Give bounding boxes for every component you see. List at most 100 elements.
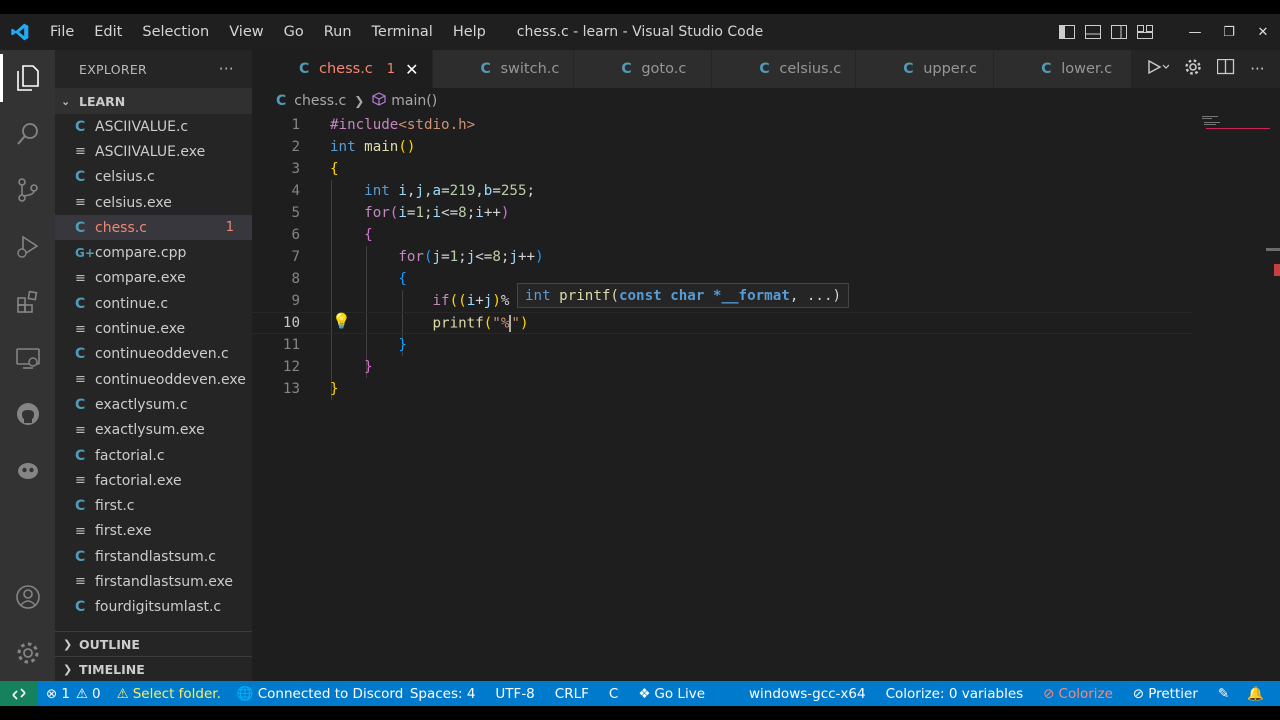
- problems-indicator[interactable]: ⊗ 1 ⚠ 0: [38, 686, 109, 702]
- file-name: factorial.c: [95, 447, 165, 464]
- file-item[interactable]: Cfourdigitsumlast.c: [55, 595, 252, 620]
- discord-status-item[interactable]: 🌐 Connected to Discord: [229, 686, 411, 702]
- settings-icon[interactable]: [1184, 58, 1202, 80]
- file-item[interactable]: Cfirstandlastsum.c: [55, 544, 252, 569]
- file-item[interactable]: ≡ compare.exe: [55, 266, 252, 291]
- file-item[interactable]: Ccontinue.c: [55, 291, 252, 316]
- toggle-sidebar-icon[interactable]: [1054, 14, 1080, 50]
- menu-selection[interactable]: Selection: [132, 24, 219, 40]
- github-icon[interactable]: [0, 386, 55, 442]
- file-item[interactable]: ≡ celsius.exe: [55, 190, 252, 215]
- scrollbar-indicator[interactable]: [1266, 248, 1280, 251]
- menu-terminal[interactable]: Terminal: [362, 24, 443, 40]
- tab-upper-c[interactable]: Cupper.c: [856, 50, 995, 88]
- file-name: fourdigitsumlast.c: [95, 599, 222, 616]
- go-live-item[interactable]: ❖ Go Live: [630, 686, 713, 702]
- file-item[interactable]: Cfirst.c: [55, 493, 252, 518]
- c-file-icon: C: [621, 61, 632, 77]
- outline-label: OUTLINE: [79, 636, 140, 652]
- menu-go[interactable]: Go: [274, 24, 314, 40]
- disabled-icon: ⊘: [1132, 685, 1145, 702]
- run-debug-icon[interactable]: [0, 218, 55, 274]
- file-item[interactable]: ≡ first.exe: [55, 519, 252, 544]
- code-editor[interactable]: 1 #include<stdio.h> 2 int main() 3 { 4 i…: [252, 114, 1280, 681]
- file-name: continue.c: [95, 295, 169, 312]
- file-item[interactable]: ≡ ASCIIVALUE.exe: [55, 139, 252, 164]
- menu-help[interactable]: Help: [443, 24, 496, 40]
- toggle-panel-icon[interactable]: [1080, 14, 1106, 50]
- code-line-current: 10 printf("% "): [252, 312, 1192, 334]
- folder-learn[interactable]: ⌄ LEARN: [55, 88, 252, 114]
- search-icon[interactable]: [0, 106, 55, 162]
- run-code-icon[interactable]: [1147, 59, 1170, 79]
- file-item[interactable]: ≡ continue.exe: [55, 316, 252, 341]
- remote-explorer-icon[interactable]: [0, 330, 55, 386]
- breadcrumb-symbol[interactable]: main(): [391, 93, 437, 109]
- select-folder-item[interactable]: ⚠ Select folder.: [109, 686, 229, 702]
- tab-label: switch.c: [500, 61, 560, 77]
- restore-icon[interactable]: ❐: [1212, 14, 1246, 50]
- problem-count-badge: 1: [225, 220, 234, 236]
- file-item[interactable]: ≡ continueoddeven.exe: [55, 367, 252, 392]
- extensions-icon[interactable]: [0, 274, 55, 330]
- prettier-item[interactable]: ⊘ Prettier: [1125, 686, 1206, 702]
- activity-bar: [0, 50, 55, 681]
- chevron-right-icon: ❯: [63, 637, 73, 651]
- file-name: celsius.c: [95, 169, 155, 186]
- file-name: exactlysum.exe: [95, 422, 205, 439]
- notifications-bell-icon[interactable]: 🔔: [1239, 686, 1272, 702]
- compiler-config-item[interactable]: windows-gcc-x64: [741, 686, 874, 702]
- file-item[interactable]: Cexactlysum.c: [55, 392, 252, 417]
- minimap[interactable]: [1194, 114, 1280, 681]
- discord-label: Connected to Discord: [257, 685, 404, 702]
- outline-section[interactable]: ❯ OUTLINE: [55, 631, 252, 656]
- colorize-item[interactable]: ⊘ Colorize: [1035, 686, 1121, 702]
- breadcrumb-file[interactable]: chess.c: [294, 93, 346, 109]
- indentation-item[interactable]: Spaces: 4: [402, 686, 484, 702]
- file-item[interactable]: G+ compare.cpp: [55, 240, 252, 265]
- more-actions-icon[interactable]: ···: [219, 60, 234, 78]
- feedback-icon[interactable]: ✎: [1210, 686, 1237, 702]
- binary-file-icon: ≡: [75, 422, 86, 438]
- menu-edit[interactable]: Edit: [84, 24, 132, 40]
- language-mode-item[interactable]: C: [601, 686, 626, 702]
- source-control-icon[interactable]: [0, 162, 55, 218]
- binary-file-icon: ≡: [75, 372, 86, 388]
- explorer-icon[interactable]: [0, 50, 55, 106]
- menu-view[interactable]: View: [219, 24, 273, 40]
- file-item[interactable]: Cchess.c 1: [55, 215, 252, 241]
- tab-lower-c[interactable]: Clower.c: [994, 50, 1133, 88]
- remote-indicator-icon[interactable]: [0, 681, 38, 706]
- minimize-icon[interactable]: —: [1178, 14, 1212, 50]
- copilot-icon[interactable]: [0, 442, 55, 498]
- close-tab-icon[interactable]: ✕: [405, 60, 418, 79]
- file-item[interactable]: ≡ exactlysum.exe: [55, 418, 252, 443]
- colorize-vars-item[interactable]: Colorize: 0 variables: [878, 686, 1032, 702]
- tab-celsius-c[interactable]: Ccelsius.c: [712, 50, 857, 88]
- binary-file-icon: ≡: [75, 523, 86, 539]
- file-item[interactable]: C ASCIIVALUE.c: [55, 114, 252, 139]
- tab-chess-c[interactable]: Cchess.c 1 ✕: [252, 50, 434, 88]
- toggle-secondary-sidebar-icon[interactable]: [1106, 14, 1132, 50]
- line-number: 6: [291, 227, 300, 243]
- menu-file[interactable]: File: [40, 24, 84, 40]
- customize-layout-icon[interactable]: [1132, 14, 1158, 50]
- timeline-section[interactable]: ❯ TIMELINE: [55, 656, 252, 681]
- file-item[interactable]: ≡ firstandlastsum.exe: [55, 569, 252, 594]
- tab-switch-c[interactable]: Cswitch.c: [433, 50, 575, 88]
- split-editor-icon[interactable]: [1217, 58, 1235, 79]
- file-item[interactable]: Cfactorial.c: [55, 443, 252, 468]
- settings-gear-icon[interactable]: [0, 625, 55, 681]
- file-item[interactable]: Ccelsius.c: [55, 165, 252, 190]
- encoding-item[interactable]: UTF-8: [487, 686, 542, 702]
- lightbulb-icon[interactable]: 💡: [332, 312, 351, 330]
- accounts-icon[interactable]: [0, 569, 55, 625]
- close-window-icon[interactable]: ✕: [1246, 14, 1280, 50]
- eol-item[interactable]: CRLF: [547, 686, 597, 702]
- file-item[interactable]: Ccontinueoddeven.c: [55, 342, 252, 367]
- more-editor-actions-icon[interactable]: ···: [1250, 60, 1264, 78]
- menu-run[interactable]: Run: [314, 24, 362, 40]
- scrollbar-error-marker: [1274, 264, 1280, 276]
- file-item[interactable]: ≡ factorial.exe: [55, 468, 252, 493]
- tab-goto-c[interactable]: Cgoto.c: [574, 50, 713, 88]
